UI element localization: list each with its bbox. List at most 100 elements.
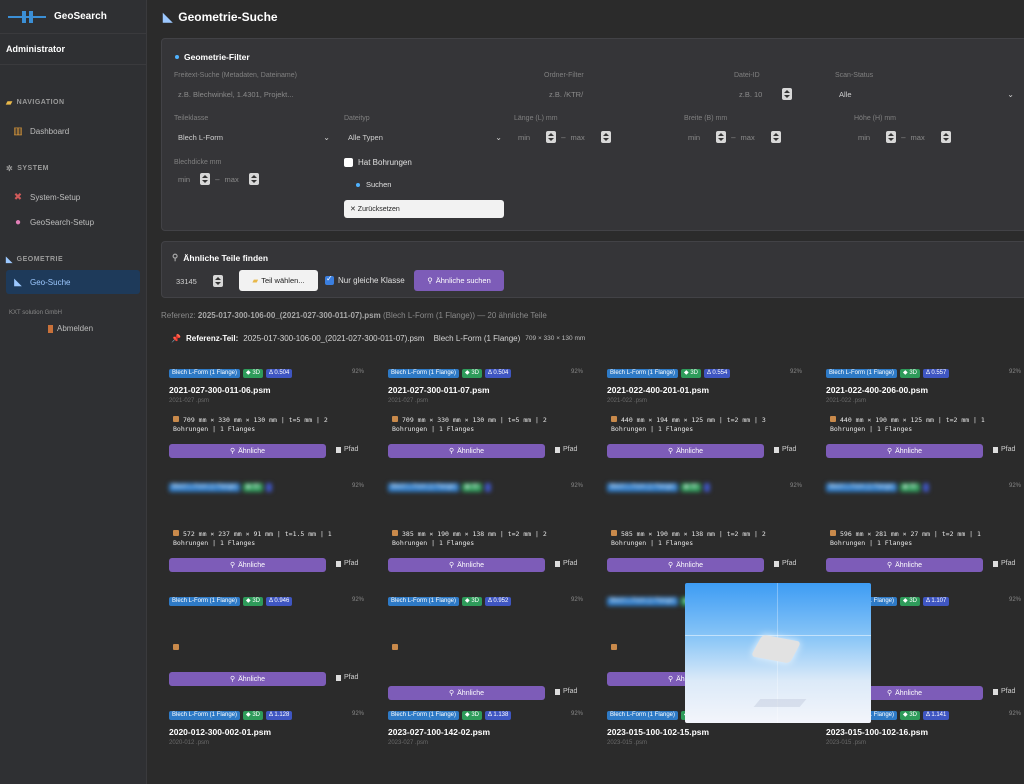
result-card[interactable]: Blech L-Form (1 Flange) ◆ 3D 92% 572 mm × 2… [161, 478, 374, 588]
hoehe-range[interactable]: min – max [854, 128, 1014, 146]
triangle-ruler-icon: ◣ [6, 254, 13, 264]
logout-button[interactable]: Abmelden [0, 324, 146, 333]
spinner-icon[interactable] [770, 131, 781, 143]
spinner-icon[interactable] [782, 88, 793, 100]
spinner-icon[interactable] [886, 131, 897, 143]
3d-badge: ◆ 3D [462, 369, 482, 378]
result-card[interactable]: Blech L-Form (1 Flange) ◆ 3D Δ 0.557 92% 202… [818, 364, 1024, 474]
path-button[interactable]: Pfad [774, 446, 796, 453]
similar-button[interactable]: ⚲Ähnliche [388, 558, 545, 572]
filter-title: Geometrie-Filter [175, 52, 250, 62]
match-percent: 92% [570, 483, 583, 489]
path-button[interactable]: Pfad [774, 560, 796, 567]
box-icon [611, 644, 617, 650]
similar-button[interactable]: ⚲Ähnliche [607, 444, 764, 458]
laenge-range[interactable]: min – max [514, 128, 674, 146]
similar-button[interactable]: ⚲Ähnliche [169, 672, 326, 686]
checkbox[interactable] [344, 158, 353, 167]
spinner-icon[interactable] [212, 275, 223, 287]
path-button[interactable]: Pfad [336, 446, 358, 453]
teil-select[interactable]: Blech L-Form ⌄ [174, 128, 334, 146]
spinner-icon[interactable] [200, 173, 211, 185]
result-card[interactable]: Blech L-Form (1 Flange) ◆ 3D Δ 0.946 92% ⚲ Ä… [161, 592, 374, 702]
similar-button[interactable]: ⚲Ähnliche [388, 444, 545, 458]
class-badge: Blech L-Form (1 Flange) [169, 711, 241, 720]
result-card[interactable]: Blech L-Form (1 Flange) ◆ 3D Δ 0.504 92% 202… [380, 364, 593, 474]
result-card[interactable]: Blech L-Form (1 Flange) ◆ 3D 92% 585 mm × 1… [599, 478, 812, 588]
clipboard-icon [993, 560, 998, 567]
path-button[interactable]: Pfad [555, 688, 577, 695]
file-name: 2023-027-100-142-02.psm [388, 727, 491, 737]
result-card[interactable]: Blech L-Form (1 Flange) ◆ 3D Δ 0.504 92% 202… [161, 364, 374, 474]
badges: Blech L-Form (1 Flange) ◆ 3D Δ 0.504 [388, 369, 512, 378]
bohrungen-checkbox[interactable]: Hat Bohrungen [344, 158, 412, 167]
path-button[interactable]: Pfad [336, 560, 358, 567]
spinner-icon[interactable] [940, 131, 951, 143]
scan-select[interactable]: Alle ⌄ [835, 85, 1018, 103]
result-card[interactable]: Blech L-Form (1 Flange) ◆ 3D 92% 596 mm × 2… [818, 478, 1024, 588]
score-badge [703, 483, 710, 492]
dimensions: 585 mm × 190 mm × 138 mm | t=2 mm | 2 Bo… [611, 530, 766, 547]
3d-badge: ◆ 3D [243, 711, 263, 720]
result-card[interactable]: Blech L-Form (1 Flange)◆ 3DΔ 1.138 92% 202… [380, 706, 593, 784]
similar-button[interactable]: ⚲Ähnliche [826, 558, 983, 572]
path-button[interactable]: Pfad [993, 446, 1015, 453]
sidebar-item-dashboard[interactable]: ▥ Dashboard [6, 119, 140, 143]
result-card[interactable]: Blech L-Form (1 Flange) ◆ 3D Δ 0.554 92% 202… [599, 364, 812, 474]
spinner-icon[interactable] [546, 131, 557, 143]
datei-input[interactable]: z.B. 10 [735, 85, 825, 103]
3d-preview-popup[interactable] [685, 583, 871, 723]
datei-label: Datei-ID [734, 72, 760, 79]
badges: Blech L-Form (1 Flange) ◆ 3D Δ 0.554 [607, 369, 731, 378]
result-card[interactable]: Blech L-Form (1 Flange) ◆ 3D Δ 1.128 92% 202… [161, 706, 374, 784]
match-percent: 92% [1008, 597, 1021, 603]
ordner-input[interactable]: z.B. /KTR/ [545, 85, 725, 103]
spinner-icon[interactable] [600, 131, 611, 143]
find-similar-button[interactable]: ⚲ Ähnliche suchen [414, 270, 504, 291]
match-percent: 92% [351, 597, 364, 603]
class-badge: Blech L-Form (1 Flange) [388, 483, 460, 492]
3d-badge: ◆ 3D [900, 711, 920, 720]
section-geometrie: ◣ GEOMETRIE [6, 254, 64, 264]
same-class-checkbox[interactable]: Nur gleiche Klasse [325, 274, 405, 285]
similar-button[interactable]: ⚲Ähnliche [826, 444, 983, 458]
suchen-button[interactable]: Suchen [356, 180, 391, 189]
choose-part-button[interactable]: ▰ Teil wählen... [239, 270, 318, 291]
path-button[interactable]: Pfad [555, 560, 577, 567]
similar-button[interactable]: ⚲Ähnliche [169, 444, 326, 458]
clipboard-icon [336, 674, 341, 681]
sidebar-item-geo-suche[interactable]: ◣ Geo-Suche [6, 270, 140, 294]
typ-select[interactable]: Alle Typen ⌄ [344, 128, 506, 146]
result-card[interactable]: Blech L-Form (1 Flange) ◆ 3D 92% 385 mm × 1… [380, 478, 593, 588]
part-id-input[interactable]: 33145 [172, 272, 230, 290]
clipboard-icon [555, 560, 560, 567]
microscope-icon: ⚲ [449, 562, 455, 569]
similar-button[interactable]: ⚲Ähnliche [388, 686, 545, 700]
similar-button[interactable]: ⚲Ähnliche [607, 558, 764, 572]
spinner-icon[interactable] [248, 173, 259, 185]
file-name: 2023-015-100-102-15.psm [607, 727, 710, 737]
blech-range[interactable]: min – max [174, 170, 334, 188]
path-button[interactable]: Pfad [993, 560, 1015, 567]
checkbox-checked[interactable] [325, 274, 334, 285]
path-button[interactable]: Pfad [993, 688, 1015, 695]
sidebar-item-geosearch-setup[interactable]: ● GeoSearch-Setup [6, 210, 140, 234]
microscope-icon: ⚲ [668, 448, 674, 455]
path-button[interactable]: Pfad [555, 446, 577, 453]
badges: Blech L-Form (1 Flange)◆ 3D [169, 483, 272, 492]
sidebar-item-system-setup[interactable]: ✖ System-Setup [6, 185, 140, 209]
freetext-label: Freitext-Suche (Metadaten, Dateiname) [174, 72, 297, 79]
freetext-input[interactable]: z.B. Blechwinkel, 1.4301, Projekt... [174, 85, 534, 103]
class-badge: Blech L-Form (1 Flange) [169, 597, 241, 606]
brand[interactable]: GeoSearch [0, 0, 146, 34]
microscope-icon: ⚲ [887, 448, 893, 455]
similar-button[interactable]: ⚲Ähnliche [169, 558, 326, 572]
breite-range[interactable]: min – max [684, 128, 844, 146]
score-badge: Δ 0.557 [922, 369, 950, 378]
reset-button[interactable]: ✕ Zurücksetzen [344, 200, 504, 218]
path-button[interactable]: Pfad [336, 674, 358, 681]
file-name: 2021-022-400-206-00.psm [826, 385, 929, 395]
class-badge: Blech L-Form (1 Flange) [607, 597, 679, 606]
result-card[interactable]: Blech L-Form (1 Flange) ◆ 3D Δ 0.952 92% ⚲ Ä… [380, 592, 593, 702]
spinner-icon[interactable] [716, 131, 727, 143]
